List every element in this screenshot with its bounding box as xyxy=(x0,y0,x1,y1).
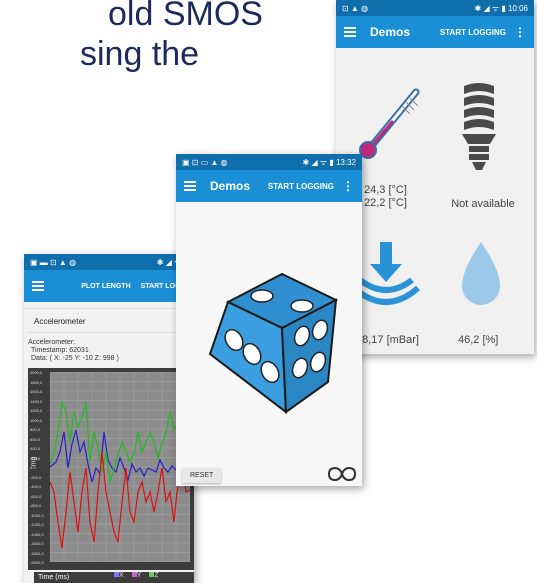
sensor-info: Accelerometer: Timestamp: 62031 Data: ( … xyxy=(24,333,194,363)
phone-accelerometer: ▣ ▬ ⊡ ▲ ◍ ✱ ◢ ᯤ ▮ PLOT LENGTH START LOGG… xyxy=(24,254,194,583)
y-tick-label: 800,0 xyxy=(30,427,41,432)
y-tick-label: 600,0 xyxy=(30,436,41,442)
info-line-3: Data: ( X: -25 Y: -10 Z: 998 ) xyxy=(31,355,119,362)
y-axis-ticks: 2000,0 1800,0 1600,0 1400,0 1200,0 1000,0 800,… xyxy=(30,370,48,566)
legend-x: X xyxy=(114,572,124,579)
humidity-value: 46,2 [%] xyxy=(458,334,499,346)
y-tick-label: 1400,0 xyxy=(30,398,43,404)
y-tick-label: 400,0 xyxy=(30,446,41,451)
y-tick-label: 2000,0 xyxy=(30,370,43,375)
y-tick-label: -400,0 xyxy=(30,484,42,489)
temperature-value-1: 24,3 [°C] xyxy=(364,184,407,196)
status-right-info: ✱ ◢ ᯤ ▮ 13:32 xyxy=(302,157,356,167)
more-options-icon[interactable]: ⋮ xyxy=(342,179,354,193)
status-left-icons: ⊡ ▲ ◍ xyxy=(342,3,369,13)
y-tick-label: -200,0 xyxy=(30,474,42,480)
app-bar: Demos START LOGGING ⋮ xyxy=(336,16,534,48)
legend-z: Z xyxy=(149,572,159,579)
y-tick-label: -1800,0 xyxy=(30,550,44,556)
y-tick-label: -800,0 xyxy=(30,503,42,508)
status-bar: ▣ ▬ ⊡ ▲ ◍ ✱ ◢ ᯤ ▮ xyxy=(24,254,194,270)
y-tick-label: -1200,0 xyxy=(30,522,44,527)
menu-icon[interactable] xyxy=(344,27,356,37)
headline-line-1: old SMOS xyxy=(108,0,263,33)
pressure-value: 18,17 [mBar] xyxy=(356,334,419,346)
status-left-icons: ▣ ▬ ⊡ ▲ ◍ xyxy=(30,257,77,267)
y-tick-label: -600,0 xyxy=(30,493,42,499)
legend-y: Y xyxy=(131,572,141,579)
menu-icon[interactable] xyxy=(32,281,44,291)
y-tick-label: 1600,0 xyxy=(30,389,43,394)
phone-dice: ▣ ⊡ ▭ ▲ ◍ ✱ ◢ ᯤ ▮ 13:32 Demos START LOGG… xyxy=(176,154,362,486)
accelerometer-plot xyxy=(50,372,190,562)
light-bulb-icon xyxy=(462,83,496,170)
water-drop-icon xyxy=(462,242,500,305)
status-bar: ⊡ ▲ ◍ ✱ ◢ ᯤ ▮ 10:06 xyxy=(336,0,534,16)
start-logging-button[interactable]: START LOGGING xyxy=(268,182,334,191)
y-tick-label: -1000,0 xyxy=(30,512,44,518)
status-right-info: ✱ ◢ ᯤ ▮ 10:06 xyxy=(474,3,528,13)
phone-environment: ⊡ ▲ ◍ ✱ ◢ ᯤ ▮ 10:06 Demos START LOGGING … xyxy=(336,0,534,354)
thermometer-icon xyxy=(359,88,420,159)
more-options-icon[interactable]: ⋮ xyxy=(514,25,526,39)
infineon-logo-icon xyxy=(327,466,357,482)
headline-line-2: sing the xyxy=(80,35,200,73)
menu-icon[interactable] xyxy=(184,181,196,191)
y-tick-label: 1800,0 xyxy=(30,379,43,385)
app-title: Demos xyxy=(210,179,251,193)
sensor-title: Accelerometer xyxy=(34,317,86,326)
y-tick-label: 1000,0 xyxy=(30,417,43,423)
chart-legend: X Y Z xyxy=(114,572,159,579)
reset-button[interactable]: RESET xyxy=(182,468,222,483)
accelerometer-chart: 2000,0 1800,0 1600,0 1400,0 1200,0 1000,0 800,… xyxy=(28,368,194,570)
start-logging-button[interactable]: START LOGGING xyxy=(440,28,506,37)
app-bar: Demos START LOGGING ⋮ xyxy=(176,170,362,202)
info-line-1: Accelerometer: xyxy=(28,339,76,346)
y-tick-label: 1200,0 xyxy=(30,408,43,413)
y-tick-label: -1400,0 xyxy=(30,531,44,537)
status-bar: ▣ ⊡ ▭ ▲ ◍ ✱ ◢ ᯤ ▮ 13:32 xyxy=(176,154,362,170)
plot-length-button[interactable]: PLOT LENGTH xyxy=(81,283,130,290)
app-bar: PLOT LENGTH START LOGG xyxy=(24,270,194,302)
y-tick-label: -2000,0 xyxy=(30,560,44,565)
y-axis-unit: mg xyxy=(30,456,38,467)
app-title: Demos xyxy=(370,25,411,39)
dice-3d-icon xyxy=(208,272,339,415)
light-value: Not available xyxy=(451,198,515,210)
y-tick-label: -1600,0 xyxy=(30,541,44,546)
status-left-icons: ▣ ⊡ ▭ ▲ ◍ xyxy=(182,157,228,167)
temperature-value-2: 22,2 [°C] xyxy=(364,197,407,209)
info-line-2: Timestamp: 62031 xyxy=(31,347,89,354)
